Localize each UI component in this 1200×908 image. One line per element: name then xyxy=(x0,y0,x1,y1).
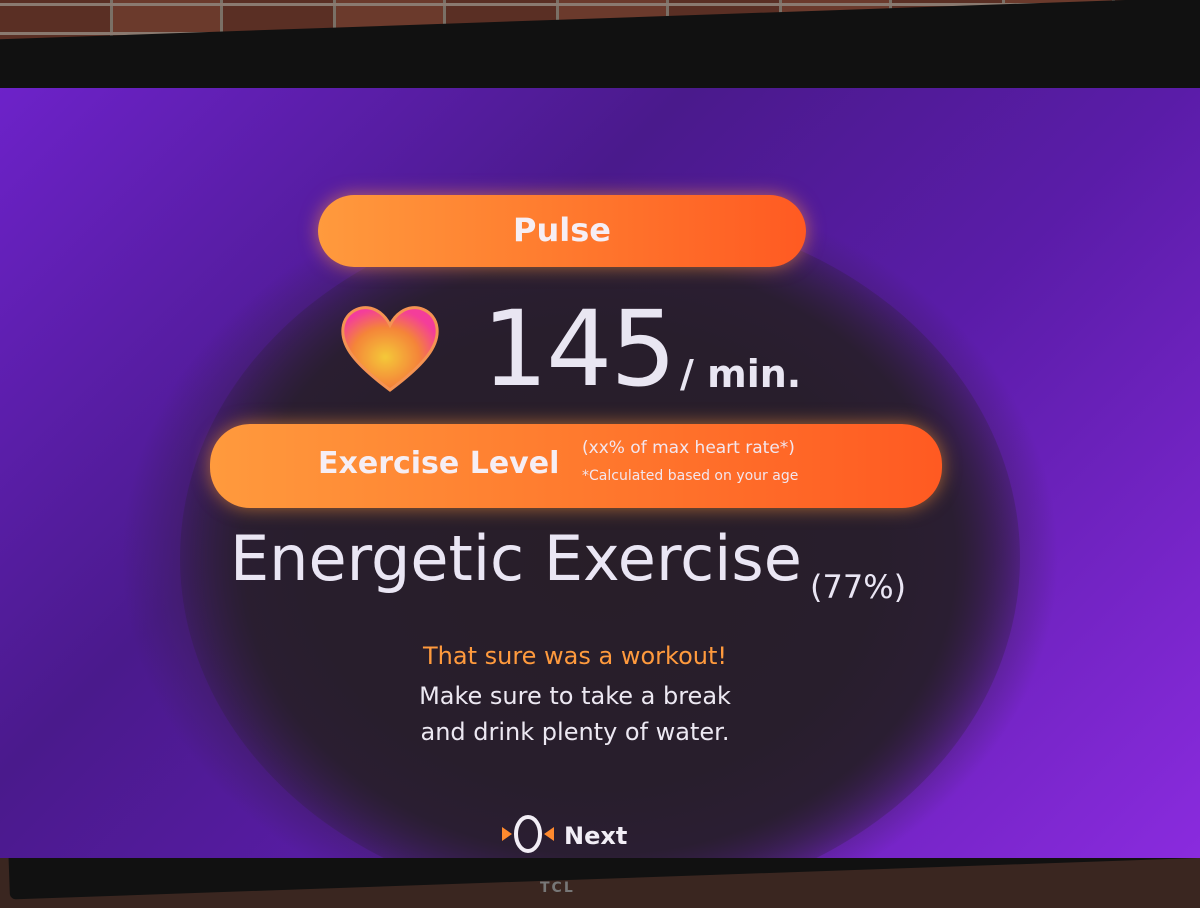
exercise-level-title: Exercise Level xyxy=(318,446,560,481)
pulse-title: Pulse xyxy=(513,211,611,249)
exercise-level-banner: Exercise Level (xx% of max heart rate*) … xyxy=(210,424,942,508)
exercise-level-percent: (77%) xyxy=(810,568,907,606)
workout-message: That sure was a workout! xyxy=(422,642,728,670)
next-button[interactable]: Next xyxy=(500,814,628,858)
exercise-level-value: Energetic Exercise xyxy=(230,522,802,595)
ring-con-icon xyxy=(500,814,556,858)
water-message: and drink plenty of water. xyxy=(420,718,730,746)
next-label: Next xyxy=(564,822,628,850)
pulse-value: 145 xyxy=(482,288,677,410)
exercise-level-footnote: *Calculated based on your age xyxy=(582,468,799,484)
exercise-level-note: (xx% of max heart rate*) xyxy=(582,438,795,458)
heart-icon xyxy=(335,298,445,398)
pulse-unit: / min. xyxy=(680,352,802,396)
pulse-banner: Pulse xyxy=(318,195,806,267)
break-message: Make sure to take a break xyxy=(419,682,731,710)
tv-brand-logo: TCL xyxy=(540,880,575,896)
